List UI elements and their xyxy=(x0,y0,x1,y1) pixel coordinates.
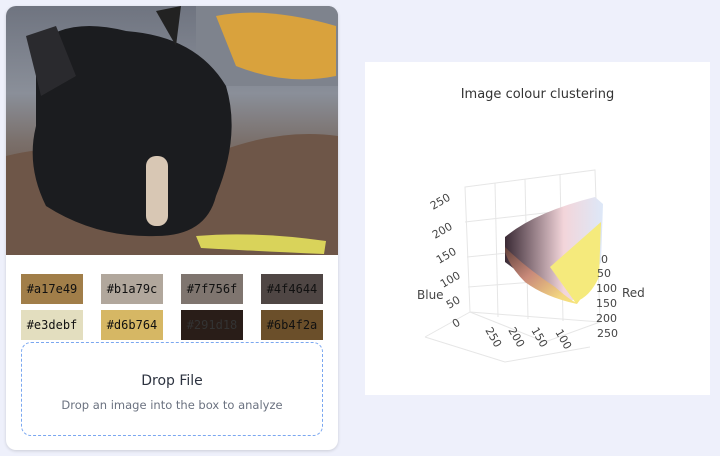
swatch-hex: #291d18 xyxy=(186,318,238,332)
dog-photo-illustration xyxy=(6,6,338,255)
swatch[interactable]: #6b4f2a xyxy=(261,310,323,340)
swatch-hex: #4f4644 xyxy=(266,282,318,296)
tick: 0 xyxy=(601,253,608,266)
tick: 50 xyxy=(444,293,463,311)
palette-swatches: #a17e49 #b1a79c #7f756f #4f4644 #e3debf … xyxy=(21,274,323,340)
swatch[interactable]: #b1a79c xyxy=(101,274,163,304)
blue-axis-ticks: 250 200 150 100 50 0 Blue xyxy=(417,191,463,331)
axis-label-blue: Blue xyxy=(417,288,444,302)
tick: 250 xyxy=(482,325,504,350)
tick: 0 xyxy=(450,316,463,331)
swatch-hex: #d6b764 xyxy=(106,318,158,332)
image-card: #a17e49 #b1a79c #7f756f #4f4644 #e3debf … xyxy=(6,6,338,450)
tick: 250 xyxy=(428,191,453,213)
tick: 150 xyxy=(528,325,550,350)
dropzone-title: Drop File xyxy=(141,373,203,389)
tick: 250 xyxy=(597,327,618,340)
tick: 50 xyxy=(597,267,611,280)
axis-label-red: Red xyxy=(622,286,645,300)
green-axis-ticks: 250 200 150 100 xyxy=(482,325,574,352)
tick: 150 xyxy=(434,245,459,267)
file-dropzone[interactable]: Drop File Drop an image into the box to … xyxy=(21,342,323,436)
swatch[interactable]: #e3debf xyxy=(21,310,83,340)
swatch[interactable]: #7f756f xyxy=(181,274,243,304)
red-axis-ticks: 0 50 100 150 200 250 Red xyxy=(596,253,645,340)
tick: 150 xyxy=(596,297,617,310)
swatch[interactable]: #a17e49 xyxy=(21,274,83,304)
swatch-hex: #7f756f xyxy=(186,282,238,296)
dropzone-subtitle: Drop an image into the box to analyze xyxy=(61,398,283,412)
colour-cluster-plot[interactable]: Image colour clustering 250 200 150 100 … xyxy=(365,62,710,395)
tick: 200 xyxy=(505,325,527,350)
tick: 200 xyxy=(596,312,617,325)
swatch[interactable]: #291d18 xyxy=(181,310,243,340)
swatch-hex: #a17e49 xyxy=(26,282,78,296)
tick: 100 xyxy=(552,327,574,352)
swatch-hex: #6b4f2a xyxy=(266,318,318,332)
swatch-hex: #e3debf xyxy=(26,318,78,332)
3d-scatter[interactable]: 250 200 150 100 50 0 Blue 250 200 150 10… xyxy=(365,62,710,395)
tick: 200 xyxy=(430,220,455,242)
swatch-hex: #b1a79c xyxy=(106,282,158,296)
swatch[interactable]: #4f4644 xyxy=(261,274,323,304)
uploaded-photo xyxy=(6,6,338,255)
swatch[interactable]: #d6b764 xyxy=(101,310,163,340)
tick: 100 xyxy=(596,282,617,295)
